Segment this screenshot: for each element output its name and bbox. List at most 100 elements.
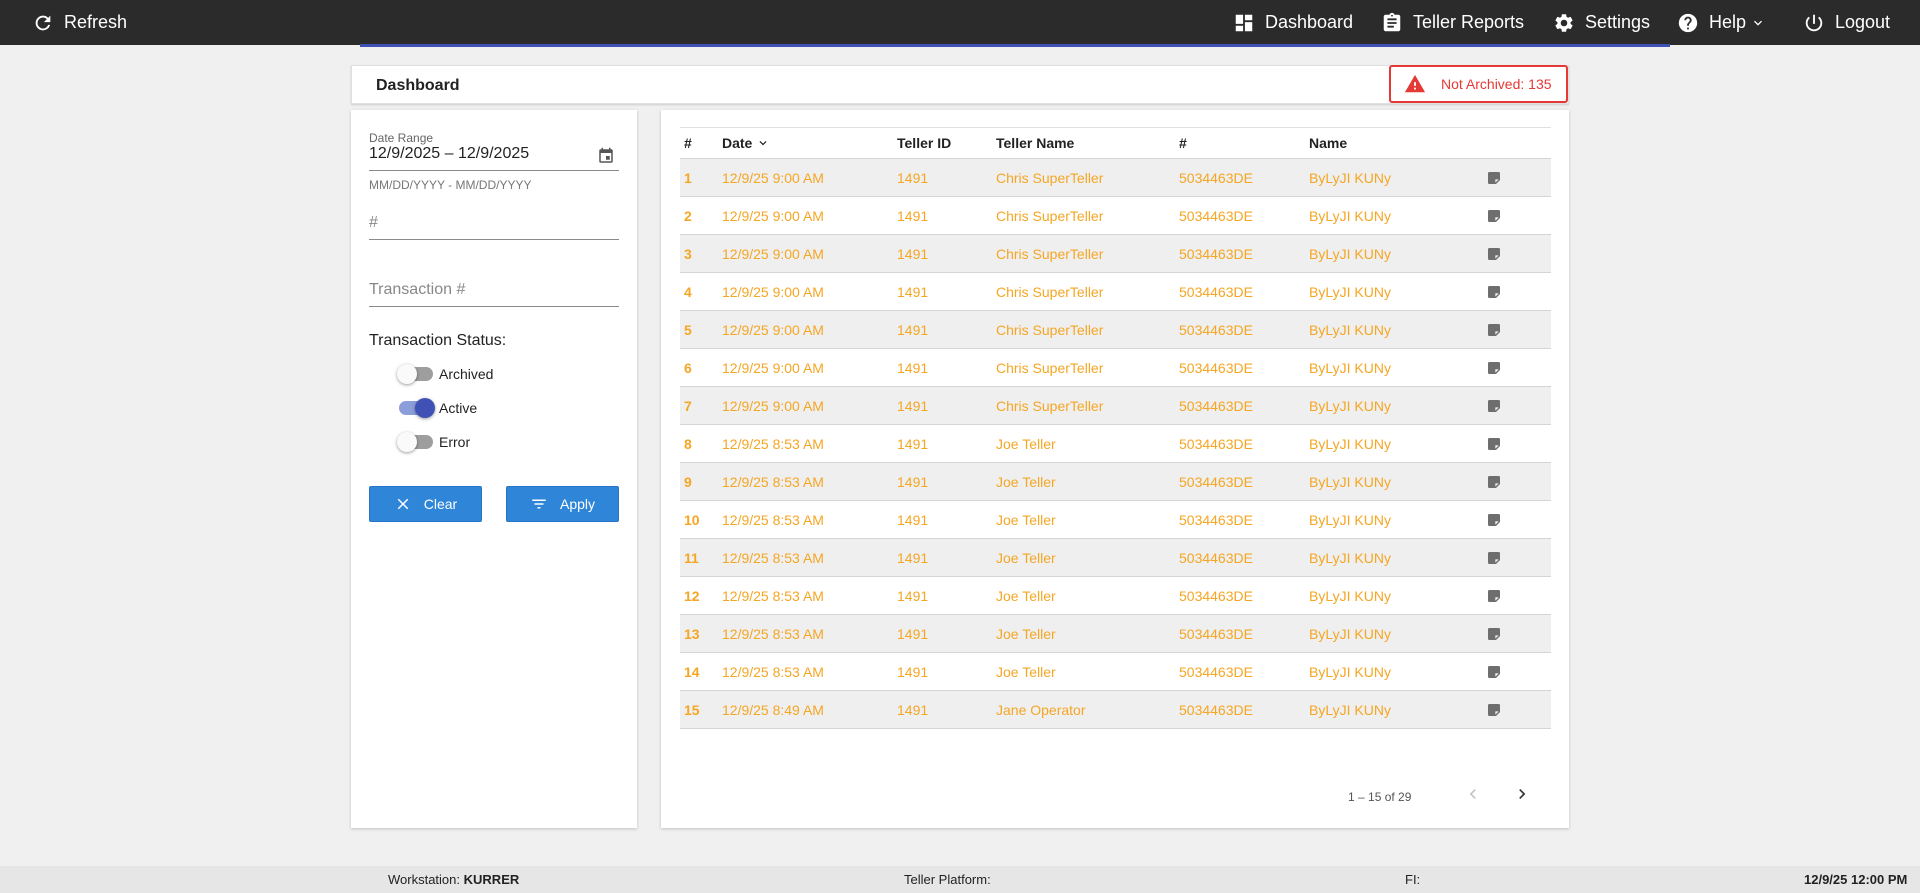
power-icon	[1805, 14, 1823, 31]
sticky-note-icon	[1488, 171, 1500, 184]
toggle-thumb	[397, 432, 417, 452]
column-header-date-label: Date	[722, 135, 753, 151]
table-row[interactable]: 9 12/9/25 8:53 AM 1491 Joe Teller 5034463DE B…	[680, 463, 1551, 501]
cell-name: ByLyJI KUNy	[1309, 625, 1391, 642]
note-button[interactable]	[1486, 577, 1502, 614]
cell-number: 5034463DE	[1179, 435, 1253, 452]
table-row[interactable]: 14 12/9/25 8:53 AM 1491 Joe Teller 5034463DE…	[680, 653, 1551, 691]
column-header-date[interactable]: Date	[722, 128, 770, 158]
note-button[interactable]	[1486, 501, 1502, 538]
toggle-track	[397, 364, 433, 384]
not-archived-alert[interactable]: Not Archived: 135	[1389, 65, 1568, 103]
column-header-name[interactable]: Name	[1309, 128, 1347, 158]
cell-teller-name: Joe Teller	[996, 511, 1056, 528]
cell-number: 5034463DE	[1179, 359, 1253, 376]
nav-teller-reports[interactable]: Teller Reports	[1381, 0, 1524, 45]
date-range-field[interactable]: 12/9/2025 – 12/9/2025	[369, 145, 619, 171]
note-button[interactable]	[1486, 349, 1502, 386]
apply-button[interactable]: Apply	[506, 486, 619, 522]
cell-teller-id: 1491	[897, 625, 929, 642]
chevron-down-icon	[1754, 20, 1763, 26]
transaction-status-label: Transaction Status:	[369, 332, 507, 349]
cell-teller-name: Chris SuperTeller	[996, 397, 1104, 414]
cell-teller-id: 1491	[897, 663, 929, 680]
table-row[interactable]: 11 12/9/25 8:53 AM 1491 Joe Teller 5034463DE…	[680, 539, 1551, 577]
cell-index: 3	[684, 245, 692, 262]
previous-page-button[interactable]	[1461, 782, 1485, 806]
cell-teller-name: Jane Operator	[996, 701, 1086, 718]
calendar-icon[interactable]	[597, 147, 615, 165]
accent-bar	[360, 44, 1670, 47]
note-button[interactable]	[1486, 387, 1502, 424]
date-range-label: Date Range	[369, 131, 434, 145]
table-row[interactable]: 12 12/9/25 8:53 AM 1491 Joe Teller 5034463DE…	[680, 577, 1551, 615]
next-page-button[interactable]	[1510, 782, 1534, 806]
column-header-number[interactable]: #	[1179, 128, 1187, 158]
cell-teller-id: 1491	[897, 245, 929, 262]
note-button[interactable]	[1486, 311, 1502, 348]
cell-teller-id: 1491	[897, 321, 929, 338]
cell-teller-id: 1491	[897, 359, 929, 376]
cell-teller-name: Joe Teller	[996, 587, 1056, 604]
workstation-value: KURRER	[463, 872, 520, 887]
table-row[interactable]: 1 12/9/25 9:00 AM 1491 Chris SuperTeller 503…	[680, 159, 1551, 197]
transaction-number-field[interactable]: Transaction #	[369, 281, 619, 307]
cell-date: 12/9/25 8:53 AM	[722, 435, 824, 452]
cell-name: ByLyJI KUNy	[1309, 549, 1391, 566]
number-field[interactable]: #	[369, 214, 619, 240]
table-row[interactable]: 7 12/9/25 9:00 AM 1491 Chris SuperTeller 503…	[680, 387, 1551, 425]
nav-dashboard[interactable]: Dashboard	[1233, 0, 1353, 45]
gear-icon	[1555, 13, 1573, 32]
logout-button[interactable]: Logout	[1803, 0, 1890, 45]
cell-date: 12/9/25 8:53 AM	[722, 587, 824, 604]
clipboard-icon	[1383, 12, 1401, 31]
table-row[interactable]: 15 12/9/25 8:49 AM 1491 Jane Operator 503446…	[680, 691, 1551, 729]
note-button[interactable]	[1486, 539, 1502, 576]
cell-number: 5034463DE	[1179, 283, 1253, 300]
cell-teller-name: Chris SuperTeller	[996, 207, 1104, 224]
cell-date: 12/9/25 9:00 AM	[722, 169, 824, 186]
archived-toggle[interactable]: Archived	[397, 364, 493, 384]
nav-help-menu[interactable]: Help	[1677, 0, 1766, 45]
nav-settings[interactable]: Settings	[1553, 0, 1650, 45]
table-row[interactable]: 10 12/9/25 8:53 AM 1491 Joe Teller 5034463DE…	[680, 501, 1551, 539]
cell-name: ByLyJI KUNy	[1309, 169, 1391, 186]
note-button[interactable]	[1486, 615, 1502, 652]
cell-number: 5034463DE	[1179, 169, 1253, 186]
note-button[interactable]	[1486, 691, 1502, 728]
clear-button[interactable]: Clear	[369, 486, 482, 522]
error-toggle[interactable]: Error	[397, 432, 470, 452]
table-row[interactable]: 6 12/9/25 9:00 AM 1491 Chris SuperTeller 503…	[680, 349, 1551, 387]
note-button[interactable]	[1486, 159, 1502, 196]
cell-date: 12/9/25 9:00 AM	[722, 359, 824, 376]
column-header-teller-name[interactable]: Teller Name	[996, 128, 1074, 158]
cell-index: 2	[684, 207, 692, 224]
cell-teller-id: 1491	[897, 587, 929, 604]
refresh-button[interactable]: Refresh	[32, 0, 127, 45]
table-row[interactable]: 5 12/9/25 9:00 AM 1491 Chris SuperTeller 503…	[680, 311, 1551, 349]
logout-label: Logout	[1835, 12, 1891, 32]
table-row[interactable]: 4 12/9/25 9:00 AM 1491 Chris SuperTeller 503…	[680, 273, 1551, 311]
status-bar: Workstation: KURRER Teller Platform: FI:…	[0, 866, 1920, 893]
active-toggle[interactable]: Active	[399, 398, 478, 418]
note-button[interactable]	[1486, 197, 1502, 234]
note-button[interactable]	[1486, 235, 1502, 272]
workstation-label: Workstation:	[388, 872, 461, 887]
cell-teller-id: 1491	[897, 511, 929, 528]
note-button[interactable]	[1486, 425, 1502, 462]
active-toggle-label: Active	[439, 400, 478, 416]
column-header-teller-id[interactable]: Teller ID	[897, 128, 951, 158]
chevron-left-icon	[1469, 789, 1476, 799]
note-button[interactable]	[1486, 653, 1502, 690]
page-title: Dashboard	[376, 77, 460, 94]
note-button[interactable]	[1486, 273, 1502, 310]
note-button[interactable]	[1486, 463, 1502, 500]
table-row[interactable]: 13 12/9/25 8:53 AM 1491 Joe Teller 5034463DE…	[680, 615, 1551, 653]
cell-date: 12/9/25 8:53 AM	[722, 511, 824, 528]
table-row[interactable]: 8 12/9/25 8:53 AM 1491 Joe Teller 5034463DE B…	[680, 425, 1551, 463]
table-row[interactable]: 2 12/9/25 9:00 AM 1491 Chris SuperTeller 503…	[680, 197, 1551, 235]
table-row[interactable]: 3 12/9/25 9:00 AM 1491 Chris SuperTeller 503…	[680, 235, 1551, 273]
cell-teller-id: 1491	[897, 207, 929, 224]
sticky-note-icon	[1488, 399, 1500, 412]
fi-label: FI:	[1405, 872, 1421, 887]
